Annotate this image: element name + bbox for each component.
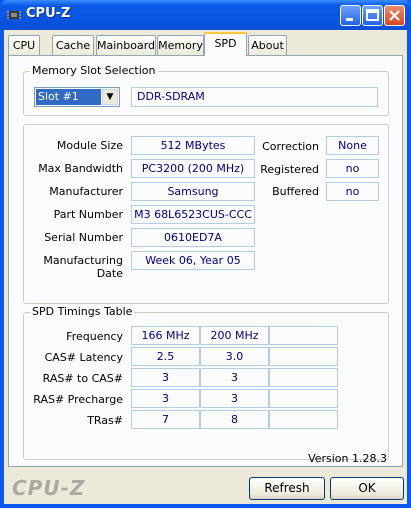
cpuz-window: CPU-Z CPU Cache Mainboard Memory SPD Abo… — [0, 0, 411, 508]
refresh-button[interactable]: Refresh — [249, 477, 325, 500]
timing-frequency-label: Frequency — [66, 330, 123, 343]
module-size-value: 512 MBytes — [131, 136, 255, 155]
max-bandwidth-value: PC3200 (200 MHz) — [131, 159, 255, 178]
correction-label: Correction — [262, 140, 319, 153]
version-label: Version 1.28.3 — [308, 452, 387, 465]
part-number-label: Part Number — [53, 208, 123, 221]
timing-ras-precharge-label: RAS# Precharge — [33, 393, 123, 406]
correction-value: None — [326, 136, 379, 155]
timing-cas-label: CAS# Latency — [44, 351, 123, 364]
module-size-label: Module Size — [56, 139, 123, 152]
timing-cell: 200 MHz — [200, 326, 269, 345]
slot-select-value: Slot #1 — [36, 89, 101, 105]
timing-cell-empty — [269, 347, 338, 366]
timing-cell: 8 — [200, 410, 269, 429]
title-bar[interactable]: CPU-Z — [0, 0, 411, 30]
registered-label: Registered — [260, 163, 319, 176]
tab-cpu[interactable]: CPU — [8, 35, 40, 55]
tab-mainboard[interactable]: Mainboard — [96, 35, 156, 55]
timing-ras-cas-label: RAS# to CAS# — [42, 372, 123, 385]
timing-cell-empty — [269, 326, 338, 345]
mfg-date-value: Week 06, Year 05 — [131, 251, 255, 270]
cpuz-logo-text: CPU-Z — [12, 476, 86, 500]
close-icon — [389, 10, 400, 21]
serial-number-label: Serial Number — [44, 231, 123, 244]
spd-timings-group-title: SPD Timings Table — [30, 305, 135, 318]
serial-number-value: 0610ED7A — [131, 228, 255, 247]
timing-cell: 7 — [131, 410, 200, 429]
buffered-value: no — [326, 182, 379, 201]
tab-memory[interactable]: Memory — [157, 35, 204, 55]
client-area: CPU Cache Mainboard Memory SPD About Mem… — [4, 30, 407, 504]
memory-slot-group-title: Memory Slot Selection — [30, 64, 158, 77]
manufacturer-value: Samsung — [131, 182, 255, 201]
timing-cell: 3 — [131, 368, 200, 387]
maximize-button[interactable] — [362, 5, 383, 26]
slot-select[interactable]: Slot #1 ▼ — [34, 87, 120, 107]
timing-cell: 3 — [200, 389, 269, 408]
timing-cell: 166 MHz — [131, 326, 200, 345]
tab-spd[interactable]: SPD — [204, 32, 247, 56]
chevron-down-icon[interactable]: ▼ — [102, 89, 118, 105]
timing-cell-empty — [269, 389, 338, 408]
timing-cell-empty — [269, 368, 338, 387]
buffered-label: Buffered — [272, 185, 319, 198]
timing-cell: 3.0 — [200, 347, 269, 366]
ok-button[interactable]: OK — [330, 477, 404, 500]
cpu-chip-icon — [7, 11, 21, 19]
registered-value: no — [326, 159, 379, 178]
part-number-value: M3 68L6523CUS-CCC — [131, 205, 255, 224]
timing-tras-label: TRas# — [87, 414, 123, 427]
timing-cell: 3 — [131, 389, 200, 408]
manufacturer-label: Manufacturer — [49, 185, 123, 198]
minimize-button[interactable] — [340, 5, 361, 26]
maximize-icon — [366, 9, 379, 21]
minimize-icon — [346, 18, 353, 21]
max-bandwidth-label: Max Bandwidth — [38, 162, 123, 175]
mfg-date-label: Manufacturing Date — [43, 254, 123, 280]
tab-cache[interactable]: Cache — [52, 35, 94, 55]
close-button[interactable] — [384, 5, 405, 26]
tab-about[interactable]: About — [248, 35, 287, 55]
timing-cell: 3 — [200, 368, 269, 387]
timing-cell: 2.5 — [131, 347, 200, 366]
window-title: CPU-Z — [26, 6, 71, 21]
timing-cell-empty — [269, 410, 338, 429]
memory-type-field: DDR-SDRAM — [131, 87, 378, 107]
